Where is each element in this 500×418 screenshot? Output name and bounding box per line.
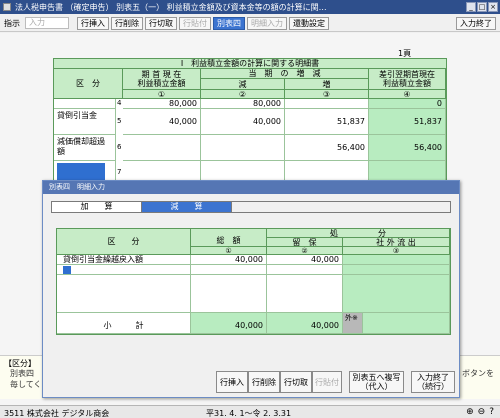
dlg-row2-total[interactable] [191,265,267,275]
row5-number: 5 [117,117,122,125]
row6-closing: 56,400 [369,135,446,161]
header-col3: ③ [285,90,369,99]
info-line-1: 別表四 [10,369,34,378]
row4-decrease[interactable]: 80,000 [201,99,285,109]
dlg-subtotal-total: 40,000 [191,313,267,334]
detail-input-button[interactable]: 明細入力 [247,16,287,30]
dlg-cut-row-button[interactable]: 行切取 [280,371,312,393]
info-right-text: ボタンを [462,369,494,378]
dlg-finish-input-button[interactable]: 入力終了 （続行） [411,371,455,393]
minimize-button[interactable]: _ [466,2,476,12]
row4-label[interactable] [54,99,116,109]
dialog-title: 別表四 明細入力 [43,181,459,194]
link-settings-button[interactable]: 還動設定 [289,16,329,30]
row4-number: 4 [117,99,122,107]
fiscal-period: 平31. 4. 1～令 2. 3.31 [206,409,292,418]
tab-deduction[interactable]: 減 算 [142,202,232,212]
dlg-row2-outflow[interactable] [343,265,450,275]
dlg-empty-outflow [343,275,450,313]
header-decrease: 減 [201,79,285,90]
dlg-subtotal-outflow [363,313,450,334]
dlg-subtotal-outflow-tag: 外※ [343,313,363,334]
toolbar: 指示 入力 行挿入 行削除 行切取 行貼付 別表四 明細入力 還動設定 入力終了 [0,15,500,32]
help-icon[interactable]: ? [489,407,494,417]
header-increase: 増 [285,79,369,90]
row7-number: 7 [117,168,122,176]
dlg-header-c1: ① [191,247,267,255]
dlg-header-total: 総 額 [191,229,267,247]
schedule4-button[interactable]: 別表四 [213,16,245,30]
header-change: 当 期 の 増 減 [201,69,369,79]
dlg-row1-outflow[interactable] [343,255,450,265]
dlg-row1-total[interactable]: 40,000 [191,255,267,265]
header-col2: ② [201,90,285,99]
dlg-header-c2: ② [267,247,343,255]
header-col1: ① [123,90,201,99]
app-icon [3,3,11,11]
row5-opening[interactable]: 40,000 [123,109,201,135]
row6-opening[interactable] [123,135,201,161]
title-bar: 法人税申告書 （確定申告） 別表五（一） 利益積立金額及び資本金等の額の計算に関… [0,0,500,14]
dlg-insert-row-button[interactable]: 行挿入 [216,371,248,393]
tab-addition[interactable]: 加 算 [52,202,142,212]
row4-opening[interactable]: 80,000 [123,99,201,109]
zoom-in-icon[interactable]: ⊕ [466,407,474,417]
delete-row-button[interactable]: 行削除 [111,16,143,30]
dlg-paste-row-button[interactable]: 行貼付 [312,371,342,393]
dlg-empty-retained [267,275,343,313]
window-title: 法人税申告書 （確定申告） 別表五（一） 利益積立金額及び資本金等の額の計算に関… [15,2,327,12]
detail-input-dialog: 別表四 明細入力 加 算 減 算 区 分 総 額 処 分 留 保 社 外 流 出… [42,180,460,398]
row4-increase[interactable] [285,99,369,109]
row5-decrease[interactable]: 40,000 [201,109,285,135]
row5-label[interactable]: 貸倒引当金 [54,109,116,135]
dlg-row2-label[interactable] [57,265,191,275]
dlg-empty-total [191,275,267,313]
dlg-empty-label [57,275,191,313]
maximize-button[interactable]: □ [477,2,487,12]
header-col4: ④ [369,90,446,99]
dlg-header-c3: ③ [343,247,450,255]
row6-decrease[interactable] [201,135,285,161]
dialog-table: 区 分 総 額 処 分 留 保 社 外 流 出 ① ② ③ 貸倒引当金繰越戻入額… [56,228,451,335]
dlg-row1-label[interactable]: 貸倒引当金繰越戻入額 [57,255,191,265]
header-closing: 差引翌期首現在 利益積立金額 [369,69,446,90]
paste-row-button[interactable]: 行貼付 [179,16,211,30]
row6-label[interactable]: 減価償却超過額 [54,135,116,161]
dialog-tabs: 加 算 減 算 [51,201,451,213]
company-name: 3511 株式会社 デジタル商会 [4,409,110,418]
dlg-row1-retained[interactable]: 40,000 [267,255,343,265]
insert-row-button[interactable]: 行挿入 [77,16,109,30]
dlg-copy-to-schedule5-button[interactable]: 別表五へ複写 （代入） [349,371,404,393]
zoom-out-icon[interactable]: ⊖ [478,407,486,417]
row6-increase[interactable]: 56,400 [285,135,369,161]
dlg-row2-retained[interactable] [267,265,343,275]
finish-input-button[interactable]: 入力終了 [456,16,496,30]
row5-closing: 51,837 [369,109,446,135]
dlg-header-category: 区 分 [57,229,191,255]
dlg-active-cell[interactable] [63,266,71,274]
dlg-subtotal-retained: 40,000 [267,313,343,334]
row4-closing: 0 [369,99,446,109]
dlg-delete-row-button[interactable]: 行削除 [248,371,280,393]
header-opening: 期 首 現 在 利益積立金額 [123,69,201,90]
dlg-subtotal-label: 小 計 [57,313,191,334]
close-button[interactable]: × [488,2,498,12]
row6-number: 6 [117,143,122,151]
row5-increase[interactable]: 51,837 [285,109,369,135]
sheet-title: Ⅰ 利益積立金額の計算に関する明細書 [54,59,446,69]
cut-row-button[interactable]: 行切取 [145,16,177,30]
instruction-input[interactable]: 入力 [25,17,69,29]
display-label: 指示 [4,18,20,28]
header-category: 区 分 [54,69,123,99]
status-bar: 3511 株式会社 デジタル商会 平31. 4. 1～令 2. 3.31 ⊕ ⊖… [0,405,500,418]
